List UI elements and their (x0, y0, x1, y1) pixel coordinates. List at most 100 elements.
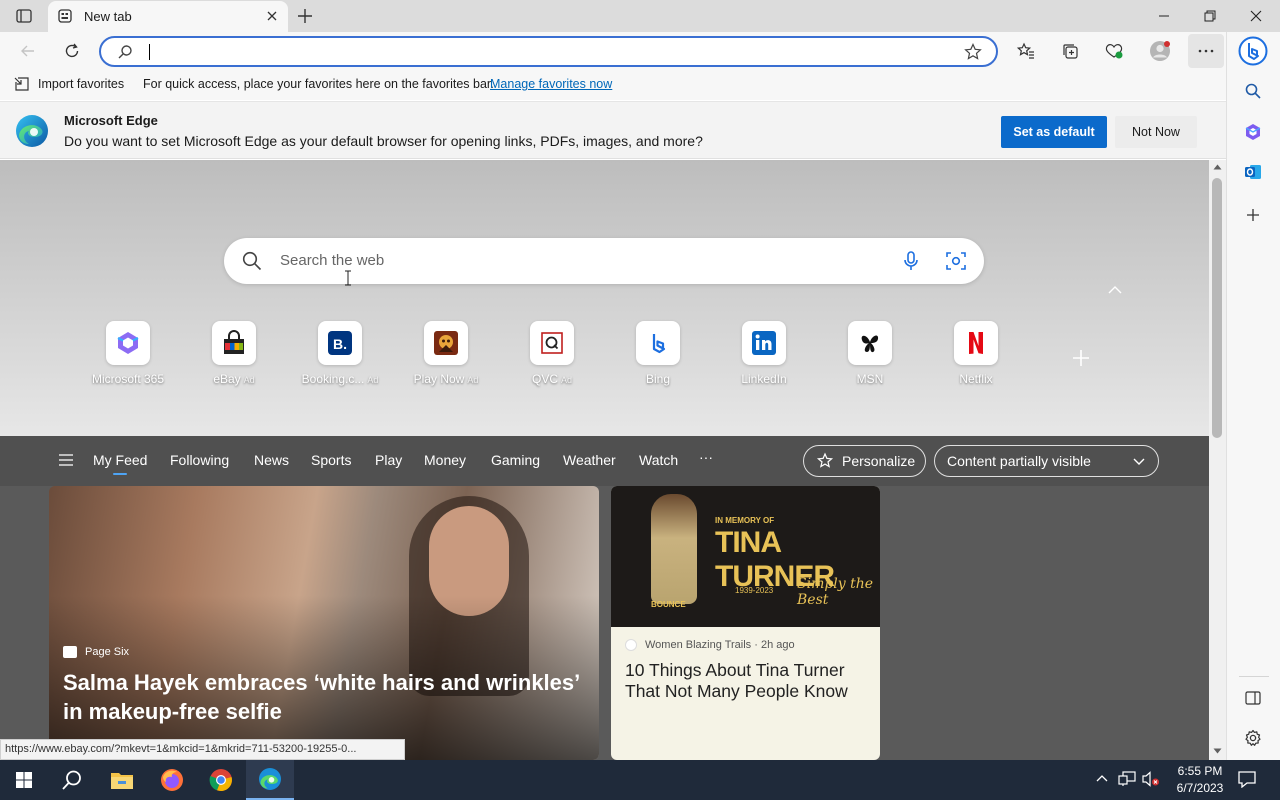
feed-tab-watch[interactable]: Watch (639, 452, 678, 468)
quick-link-label: Bing (645, 372, 671, 386)
booking-icon: B. (318, 321, 362, 365)
taskbar-clock[interactable]: 6:55 PM 6/7/2023 (1164, 763, 1236, 797)
content-visibility-dropdown[interactable]: Content partially visible (934, 445, 1159, 477)
feed-tab-news[interactable]: News (254, 452, 289, 468)
feed-tab-weather[interactable]: Weather (563, 452, 616, 468)
collapse-chevron-up-icon[interactable] (1106, 282, 1124, 298)
personalize-button[interactable]: Personalize (803, 445, 926, 477)
web-search-box[interactable]: Search the web (224, 238, 984, 284)
address-input[interactable] (149, 44, 150, 60)
scrollbar-thumb[interactable] (1212, 178, 1222, 438)
quick-link-booking[interactable]: B. Booking.c... Ad (292, 321, 388, 386)
card-source: Women Blazing Trails · 2h ago (625, 639, 795, 651)
feed-tab-following[interactable]: Following (170, 452, 229, 468)
edge-logo-icon (15, 114, 49, 148)
visual-search-icon[interactable] (946, 251, 966, 271)
quick-link-play-now[interactable]: Play Now Ad (398, 321, 494, 386)
tab-actions-icon[interactable] (8, 4, 40, 28)
set-as-default-button[interactable]: Set as default (1001, 116, 1107, 148)
feed-menu-hamburger-icon[interactable] (58, 453, 74, 467)
collections-icon[interactable] (1054, 36, 1086, 66)
bing-chat-icon[interactable] (1237, 35, 1269, 67)
not-now-button[interactable]: Not Now (1115, 116, 1197, 148)
quick-link-label: Microsoft 365 (91, 372, 165, 386)
firefox-icon[interactable] (148, 760, 196, 800)
add-quick-link-icon[interactable] (1069, 346, 1093, 370)
taskbar-search-icon[interactable] (48, 760, 96, 800)
refresh-icon[interactable] (56, 36, 88, 66)
quick-link-linkedin[interactable]: LinkedIn (716, 321, 812, 386)
scroll-down-arrow-icon[interactable] (1213, 748, 1222, 754)
outlook-icon[interactable] (1240, 159, 1266, 185)
quick-link-label: Play Now (413, 372, 465, 386)
address-bar[interactable] (99, 36, 998, 67)
favorites-bar: Import favorites For quick access, place… (0, 70, 1226, 100)
feed-tab-active-indicator (113, 473, 127, 475)
chevron-down-icon (1132, 455, 1146, 467)
file-explorer-icon[interactable] (98, 760, 146, 800)
sidebar-search-icon[interactable] (1240, 78, 1266, 104)
page-scrollbar[interactable] (1209, 160, 1226, 760)
back-icon[interactable] (12, 36, 44, 66)
restore-button[interactable] (1187, 0, 1233, 32)
qvc-icon (530, 321, 574, 365)
import-favorites-button[interactable]: Import favorites (14, 77, 124, 91)
infobar-heading: Microsoft Edge (64, 113, 158, 128)
new-tab-button[interactable] (294, 5, 316, 27)
news-card-salma-hayek[interactable]: Page Six Salma Hayek embraces ‘white hai… (49, 486, 599, 760)
web-search-input[interactable]: Search the web (280, 252, 384, 269)
volume-muted-icon[interactable] (1142, 771, 1160, 787)
feed-tab-my-feed[interactable]: My Feed (93, 452, 147, 468)
favorites-icon[interactable] (1010, 36, 1042, 66)
quick-link-ebay[interactable]: eBay Ad (186, 321, 282, 386)
tab-new-tab[interactable]: New tab (48, 1, 288, 32)
play-now-game-icon (424, 321, 468, 365)
show-hidden-icons-chevron-icon[interactable] (1095, 772, 1109, 784)
bing-icon (636, 321, 680, 365)
performer-figure (651, 494, 697, 604)
close-tab-icon[interactable] (264, 8, 280, 24)
page-six-logo-icon (63, 646, 77, 658)
netflix-icon (954, 321, 998, 365)
scroll-up-arrow-icon[interactable] (1213, 164, 1222, 170)
ad-badge: Ad (467, 375, 479, 385)
card-headline[interactable]: Salma Hayek embraces ‘white hairs and wr… (63, 668, 583, 726)
news-card-tina-turner[interactable]: IN MEMORY OF TINA TURNER 1939-2023 Simpl… (611, 486, 880, 760)
edge-taskbar-icon[interactable] (246, 760, 294, 800)
quick-link-qvc[interactable]: QVC Ad (504, 321, 600, 386)
windows-start-icon[interactable] (0, 760, 48, 800)
microsoft-365-sidebar-icon[interactable] (1240, 119, 1266, 145)
sidebar-settings-gear-icon[interactable] (1240, 725, 1266, 751)
feed-tab-money[interactable]: Money (424, 452, 466, 468)
card-headline[interactable]: 10 Things About Tina Turner That Not Man… (625, 660, 870, 702)
manage-favorites-link[interactable]: Manage favorites now (490, 77, 612, 91)
quick-link-label: eBay (213, 372, 241, 386)
hide-sidebar-icon[interactable] (1240, 685, 1266, 711)
profile-avatar-icon[interactable] (1144, 36, 1176, 66)
close-window-button[interactable] (1233, 0, 1279, 32)
svg-text:B.: B. (333, 336, 347, 352)
quick-link-netflix[interactable]: Netflix (928, 321, 1024, 386)
notifications-icon[interactable] (1238, 770, 1256, 788)
infobar-message: Do you want to set Microsoft Edge as you… (64, 133, 703, 149)
linkedin-icon (742, 321, 786, 365)
network-icon[interactable] (1118, 771, 1136, 787)
new-tab-icon (58, 9, 72, 23)
feed-tab-gaming[interactable]: Gaming (491, 452, 540, 468)
ad-badge: Ad (561, 375, 573, 385)
settings-more-icon[interactable] (1188, 34, 1224, 68)
minimize-button[interactable] (1141, 0, 1187, 32)
add-favorite-star-icon[interactable] (964, 43, 982, 61)
default-browser-infobar: Microsoft Edge Do you want to set Micros… (0, 101, 1226, 159)
add-sidebar-app-icon[interactable] (1240, 202, 1266, 228)
quick-link-msn[interactable]: MSN (822, 321, 918, 386)
quick-link-microsoft-365[interactable]: Microsoft 365 (80, 321, 176, 386)
chrome-icon[interactable] (197, 760, 245, 800)
ebay-bag-icon (212, 321, 256, 365)
feed-more-tabs-button[interactable]: ··· (699, 449, 713, 465)
feed-tab-play[interactable]: Play (375, 452, 402, 468)
feed-tab-sports[interactable]: Sports (311, 452, 351, 468)
browser-essentials-icon[interactable] (1098, 36, 1130, 66)
quick-link-bing[interactable]: Bing (610, 321, 706, 386)
microphone-icon[interactable] (904, 251, 918, 271)
